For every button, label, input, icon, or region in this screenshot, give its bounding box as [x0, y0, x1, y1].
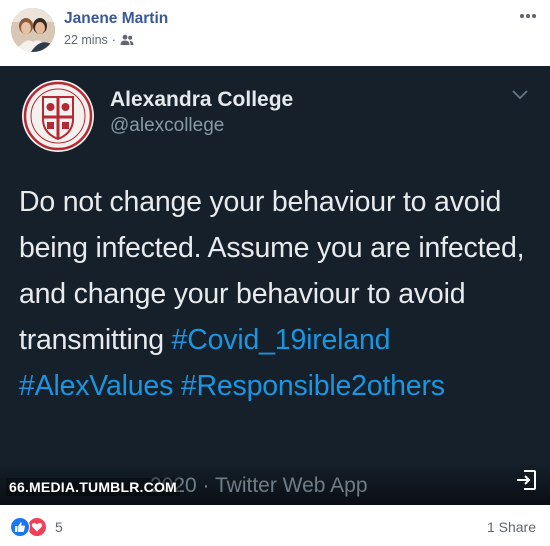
tweet-handle: @alexcollege — [110, 115, 225, 136]
reaction-count[interactable]: 5 — [55, 519, 63, 535]
love-icon[interactable] — [27, 517, 47, 537]
more-options-button[interactable] — [518, 9, 538, 23]
reactions-bar: 5 1 Share — [0, 505, 550, 546]
watermark: 66.MEDIA.TUMBLR.COM — [6, 478, 180, 496]
post-timestamp[interactable]: 22 mins — [64, 33, 108, 47]
tweet-date-source: 2020 · Twitter Web App — [150, 474, 368, 497]
like-icon[interactable] — [10, 517, 30, 537]
friends-icon[interactable] — [120, 34, 134, 46]
post-author-link[interactable]: Janene Martin — [64, 10, 168, 28]
college-crest-logo — [21, 79, 95, 153]
meta-separator: · — [111, 33, 116, 47]
chevron-down-icon — [512, 90, 528, 100]
post-image[interactable]: Alexandra College @alexcollege Do not ch… — [0, 66, 550, 505]
tweet-account-name: Alexandra College — [110, 88, 294, 111]
more-dot-icon — [532, 14, 536, 18]
post-header: Janene Martin 22 mins · — [0, 0, 550, 66]
post-meta: 22 mins · — [64, 33, 134, 47]
more-dot-icon — [526, 14, 530, 18]
avatar[interactable] — [11, 8, 55, 52]
share-count[interactable]: 1 Share — [487, 519, 536, 535]
exit-icon[interactable] — [514, 468, 538, 492]
more-dot-icon — [520, 14, 524, 18]
tweet-text: Do not change your behaviour to avoid be… — [19, 179, 539, 409]
